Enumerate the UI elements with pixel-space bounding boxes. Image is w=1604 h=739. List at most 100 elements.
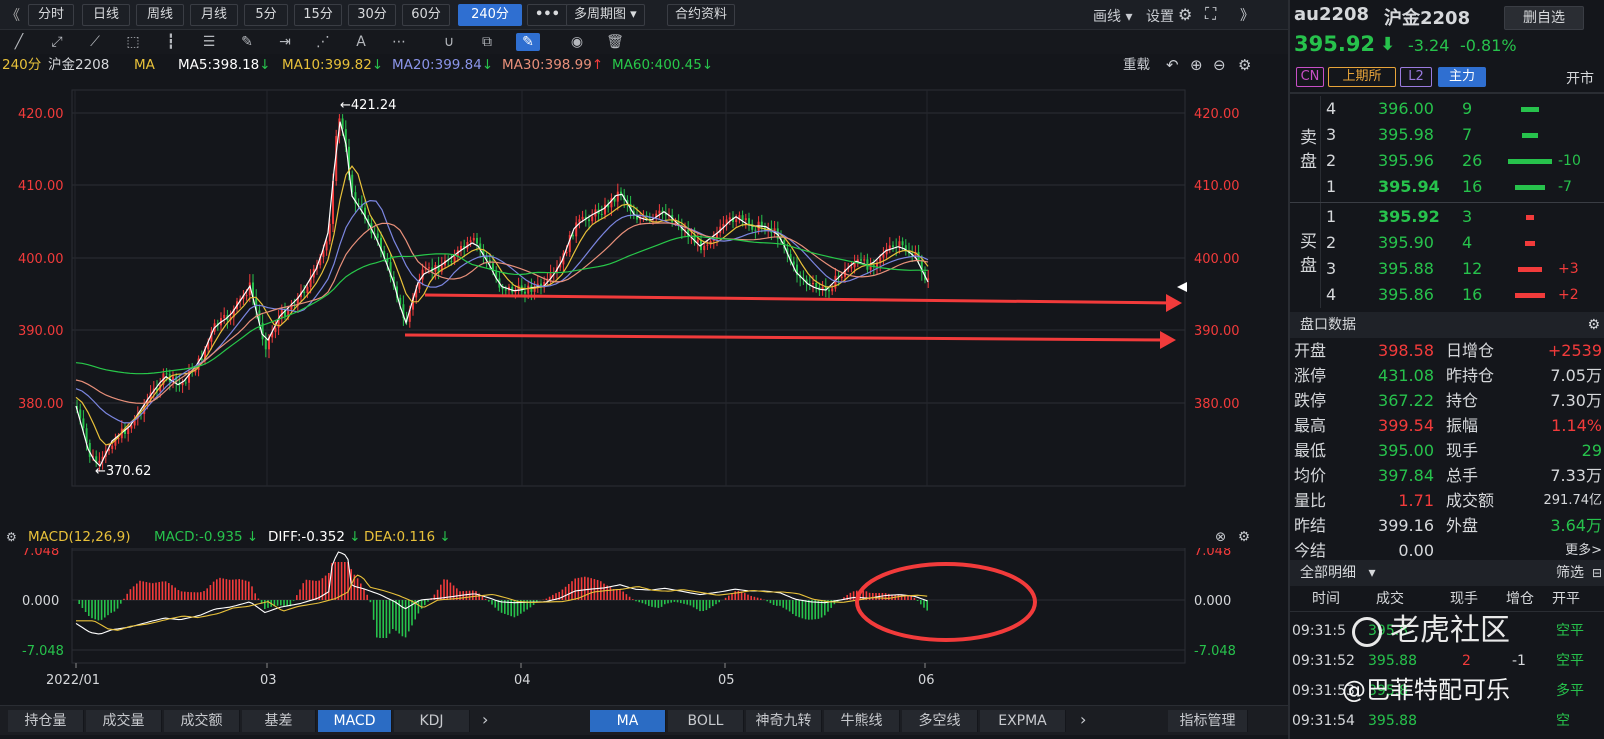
macd-tick-right: -7.048 (1194, 644, 1236, 659)
indicator-tab-0[interactable]: MA (590, 710, 666, 732)
brush-tool-icon[interactable]: ✎ (238, 33, 256, 51)
macd-bar (638, 600, 640, 603)
candle-body (469, 240, 472, 242)
collapse-left-icon[interactable]: 《 (6, 5, 20, 25)
candle-body (850, 267, 853, 269)
macd-bar (392, 600, 394, 630)
macd-gear-icon[interactable]: ⚙ (1238, 526, 1250, 548)
more-periods-button[interactable]: ••• (527, 4, 568, 26)
filter-button[interactable]: 筛选 (1556, 560, 1584, 586)
zoom-in-icon[interactable]: ⊕ (1190, 54, 1203, 76)
bids-level-row[interactable]: 1 395.92 3 (1290, 204, 1604, 230)
path-tool-icon[interactable]: ⟋ (86, 33, 104, 51)
period-button-3[interactable]: 月线 (190, 4, 238, 26)
period-button-0[interactable]: 分时 (28, 4, 74, 26)
macd-chart[interactable]: 7.048 7.048 0.000 0.000 -7.048 -7.048 2022/01… (0, 548, 1288, 705)
tabs-next-icon[interactable]: › (482, 710, 488, 729)
close-icon[interactable]: ⊗ (1215, 526, 1226, 548)
tab-4[interactable]: MACD (318, 710, 392, 732)
bids-level-row[interactable]: 2 395.90 4 (1290, 230, 1604, 256)
delete-watchlist-button[interactable]: 删自选 (1504, 6, 1584, 30)
asks-level-row[interactable]: 2 395.96 26 -10 (1290, 148, 1604, 174)
indicator-tab-5[interactable]: EXPMA (980, 710, 1066, 732)
multi-period-button[interactable]: 多周期图 ▾ (566, 4, 645, 26)
indicator-tab-1[interactable]: BOLL (668, 710, 744, 732)
candle-body (223, 314, 226, 319)
line-tool-icon[interactable]: ╱ (10, 33, 28, 51)
volume-bar (1508, 159, 1552, 164)
ray-tool-icon[interactable]: ⤢ (48, 33, 66, 51)
indicator-tab-4[interactable]: 多空线 (902, 710, 978, 732)
rect-tool-icon[interactable]: ⬚ (124, 33, 142, 51)
macd-bar (798, 600, 800, 618)
asks-level-row[interactable]: 4 396.00 9 (1290, 96, 1604, 122)
macd-bar (78, 600, 80, 604)
bids-level-row[interactable]: 4 395.86 16 +2 (1290, 282, 1604, 308)
trash-icon[interactable]: 🗑 (606, 33, 624, 51)
magnet-icon[interactable]: ∪ (440, 33, 458, 51)
text-tool-icon[interactable]: A (352, 33, 370, 51)
tabs-right-next-icon[interactable]: › (1080, 710, 1086, 729)
macd-bar (849, 592, 852, 600)
period-button-4[interactable]: 5分 (244, 4, 288, 26)
reload-button[interactable]: 重载 (1123, 54, 1150, 76)
copy-icon[interactable]: ⧉ (478, 33, 496, 51)
candle-body (888, 245, 891, 249)
gear-icon[interactable]: ⚙ (1178, 5, 1192, 24)
period-button-6[interactable]: 30分 (348, 4, 396, 26)
indicator-tab-2[interactable]: 神奇九转 (746, 710, 822, 732)
candlestick-chart[interactable]: 420.00 410.00 400.00 390.00 380.00 420.00 410… (0, 76, 1288, 526)
asks-level-row[interactable]: 1 395.94 16 -7 (1290, 174, 1604, 200)
contract-info-button[interactable]: 合约资料 (667, 4, 736, 26)
chart-settings-icon[interactable]: ⚙ (1238, 54, 1251, 76)
period-button-1[interactable]: 日线 (82, 4, 130, 26)
legend-ma5: MA5:398.18↓ (178, 57, 271, 73)
pankou-gear-icon[interactable]: ⚙ (1587, 312, 1600, 338)
highlight-circle (855, 562, 1037, 642)
indicator-tab-3[interactable]: 牛熊线 (824, 710, 900, 732)
tab-2[interactable]: 成交额 (164, 710, 240, 732)
pencil-icon[interactable]: ✎ (516, 33, 540, 51)
tab-3[interactable]: 基差 (242, 710, 316, 732)
macd-settings-icon[interactable]: ⚙ (6, 526, 17, 548)
macd-bar (699, 600, 701, 612)
macd-bar (174, 587, 176, 600)
macd-bar (452, 585, 455, 600)
asks-level-row[interactable]: 3 395.98 7 (1290, 122, 1604, 148)
candle-body (927, 278, 930, 280)
price-tick-right: 420.00 (1194, 107, 1240, 122)
low-label: ←370.62 (95, 464, 151, 479)
candle-tool-icon[interactable]: ┇ (162, 33, 180, 51)
eye-icon[interactable]: ◉ (568, 33, 586, 51)
collapse-right-icon[interactable]: 》 (1240, 5, 1254, 25)
fib-tool-icon[interactable]: ☰ (200, 33, 218, 51)
period-button-2[interactable]: 周线 (136, 4, 184, 26)
measure-tool-icon[interactable]: ⇥ (276, 33, 294, 51)
volume-bar (1520, 107, 1540, 112)
macd-bar (427, 600, 429, 602)
more-tools-icon[interactable]: ⋯ (390, 33, 408, 51)
period-button-8[interactable]: 240分 (458, 4, 522, 26)
indicator-manage-button[interactable]: 指标管理 (1168, 710, 1248, 732)
macd-bar (641, 600, 644, 604)
period-toolbar: 《 分时 日线 周线 月线 5分 15分 30分 60分 240分 ••• 多周期图 ▾ 合约资… (0, 0, 1288, 30)
settings-menu[interactable]: 设置 (1146, 6, 1174, 26)
tab-1[interactable]: 成交量 (86, 710, 162, 732)
macd-bar (315, 580, 317, 600)
macd-bar (756, 597, 759, 600)
macd-bar (299, 589, 301, 600)
zoom-out-icon[interactable]: ⊖ (1213, 54, 1226, 76)
macd-bar (190, 592, 192, 600)
undo-icon[interactable]: ↶ (1166, 54, 1179, 76)
fullscreen-icon[interactable]: ⛶ (1205, 4, 1216, 24)
tab-0[interactable]: 持仓量 (8, 710, 84, 732)
macd-tick-right: 7.048 (1194, 548, 1231, 559)
macd-bar (491, 600, 493, 605)
draw-line-menu[interactable]: 画线 ▾ (1093, 6, 1132, 26)
period-button-5[interactable]: 15分 (294, 4, 342, 26)
candle-body (565, 252, 568, 254)
gann-tool-icon[interactable]: ⋰ (314, 33, 332, 51)
tab-5[interactable]: KDJ (394, 710, 470, 732)
period-button-7[interactable]: 60分 (402, 4, 450, 26)
bids-level-row[interactable]: 3 395.88 12 +3 (1290, 256, 1604, 282)
